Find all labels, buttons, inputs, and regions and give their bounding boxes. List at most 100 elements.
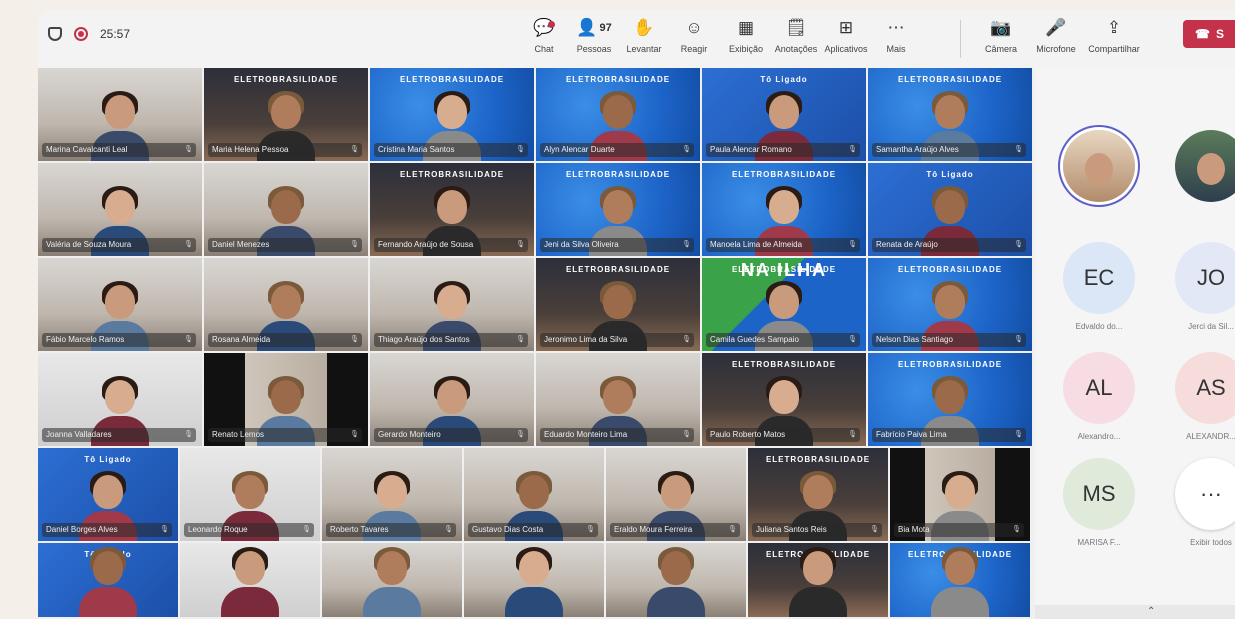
- participant-video-tile[interactable]: ELETROBRASILIDADE Jeni da Silva Oliveira: [536, 163, 702, 258]
- participant-video-tile[interactable]: ELETROBRASILIDADE Fernando Araújo de Sous…: [370, 163, 536, 258]
- brand-banner: NA ILHA: [740, 260, 828, 280]
- participant-video-tile[interactable]: Eraldo Moura Ferreira: [606, 448, 748, 543]
- chevron-up-icon[interactable]: ⌃: [1147, 606, 1155, 617]
- participant-video-tile[interactable]: Roberto Tavares: [322, 448, 464, 543]
- participant-name: Rosana Almeida: [208, 333, 362, 347]
- shield-icon: [48, 27, 62, 41]
- participant-name: Paulo Roberto Matos: [706, 428, 860, 442]
- raise-button[interactable]: ✋ Levantar: [616, 16, 672, 54]
- show-all-button[interactable]: ··· Exibir todos: [1175, 458, 1235, 547]
- participant-video-tile[interactable]: ELETROBRASILIDADE Fabrício Paiva Lima: [868, 353, 1034, 448]
- view-button[interactable]: ▦ Exibição: [718, 16, 774, 54]
- participant-video-tile[interactable]: [606, 543, 748, 619]
- chat-button[interactable]: 💬 Chat: [516, 16, 572, 54]
- participant-avatar[interactable]: EC Edvaldo do...: [1063, 242, 1135, 331]
- camera-off-icon: 📷: [990, 18, 1012, 37]
- participant-name: Fernando Araújo de Sousa: [374, 238, 528, 252]
- react-button[interactable]: ☺ Reagir: [666, 16, 722, 54]
- raise-label: Levantar: [626, 44, 662, 54]
- avatar-initials: AS: [1196, 375, 1226, 400]
- participant-video-tile[interactable]: Tô Ligado Renata de Araújo: [868, 163, 1034, 258]
- notes-button[interactable]: 🗒 Anotações: [768, 16, 824, 54]
- chat-unread-badge: [548, 21, 555, 28]
- avatar-initials: MS: [1082, 481, 1116, 506]
- participant-video-tile[interactable]: ELETROBRASILIDADE Alyn Alencar Duarte: [536, 68, 702, 163]
- panel-footer: ⌃: [1035, 605, 1235, 619]
- video-grid: Marina Cavalcanti Leal ELETROBRASILIDADE M…: [38, 68, 1034, 619]
- brand-banner: Tô Ligado: [926, 170, 974, 179]
- participant-video-tile[interactable]: Gerardo Monteiro: [370, 353, 536, 448]
- participant-name: Juliana Santos Reis: [752, 523, 882, 537]
- participant-video-tile[interactable]: Valéria de Souza Moura: [38, 163, 204, 258]
- brand-banner: Tô Ligado: [760, 75, 808, 84]
- participant-avatar[interactable]: MS MARISA F...: [1063, 458, 1135, 547]
- participant-video-tile[interactable]: [464, 543, 606, 619]
- brand-banner: ELETROBRASILIDADE: [399, 75, 505, 84]
- people-button[interactable]: 👤 97 Pessoas: [566, 16, 622, 54]
- participant-name: Leonardo Roque: [184, 523, 314, 537]
- participant-video-tile[interactable]: Thiago Araújo dos Santos: [370, 258, 536, 353]
- avatar-name: Edvaldo do...: [1075, 322, 1123, 331]
- participant-name: Renato Lemos: [208, 428, 362, 442]
- participant-video-tile[interactable]: ELETROBRASILIDADE Samantha Araújo Alves: [868, 68, 1034, 163]
- participant-video-tile[interactable]: ELETROBRASILIDADE Jeronimo Lima da Silva: [536, 258, 702, 353]
- participant-figure: [221, 547, 279, 617]
- participant-video-tile[interactable]: ELETROBRASILIDADE Nelson Dias Santiago: [868, 258, 1034, 353]
- participant-video-tile[interactable]: ELETROBRASILIDADE Juliana Santos Reis: [748, 448, 890, 543]
- participant-figure: [931, 547, 989, 617]
- participant-name: Fabrício Paiva Lima: [872, 428, 1026, 442]
- participant-video-tile[interactable]: Rosana Almeida: [204, 258, 370, 353]
- mic-button[interactable]: 🎤 Microfone: [1028, 16, 1084, 54]
- participant-name: Roberto Tavares: [326, 523, 456, 537]
- participant-video-tile[interactable]: ELETROBRASILIDADE: [890, 543, 1032, 619]
- share-button[interactable]: ⇪ Compartilhar: [1086, 16, 1142, 54]
- participant-video-tile[interactable]: Tô Ligado: [38, 543, 180, 619]
- avatar-face: [1085, 153, 1113, 185]
- participant-video-tile[interactable]: Marina Cavalcanti Leal: [38, 68, 204, 163]
- participant-video-tile[interactable]: ELETROBRASILIDADE Maria Helena Pessoa: [204, 68, 370, 163]
- participant-video-tile[interactable]: ELETROBRASILIDADE Manoela Lima de Almeida: [702, 163, 868, 258]
- participant-video-tile[interactable]: Tô Ligado Paula Alencar Romano: [702, 68, 868, 163]
- participant-video-tile[interactable]: Renato Lemos: [204, 353, 370, 448]
- participant-name: Maria Helena Pessoa: [208, 143, 362, 157]
- participant-video-tile[interactable]: ELETROBRASILIDADE: [748, 543, 890, 619]
- participant-video-tile[interactable]: Joanna Valladares: [38, 353, 204, 448]
- mic-off-icon: 🎤: [1045, 18, 1067, 37]
- brand-banner: ELETROBRASILIDADE: [399, 170, 505, 179]
- notes-icon: 🗒: [785, 18, 807, 37]
- participant-video-tile[interactable]: ELETROBRASILIDADE Paulo Roberto Matos: [702, 353, 868, 448]
- participant-avatar[interactable]: JO Jerci da Sil...: [1175, 242, 1235, 331]
- brand-banner: ELETROBRASILIDADE: [897, 360, 1003, 369]
- chat-icon: 💬: [533, 18, 555, 37]
- participant-avatar[interactable]: AS ALEXANDR...: [1175, 352, 1235, 441]
- participant-video-tile[interactable]: Eduardo Monteiro Lima: [536, 353, 702, 448]
- avatar-name: Alexandro...: [1077, 432, 1121, 441]
- participant-name: Gustavo Dias Costa: [468, 523, 598, 537]
- participant-video-tile[interactable]: Tô Ligado Daniel Borges Alves: [38, 448, 180, 543]
- participant-avatar[interactable]: Daniel Beth...: [1175, 130, 1235, 202]
- participant-avatar[interactable]: Camila Guedes...: [1063, 130, 1135, 202]
- participant-video-tile[interactable]: Daniel Menezes: [204, 163, 370, 258]
- participant-name: Samantha Araújo Alves: [872, 143, 1026, 157]
- avatar-initials: JO: [1196, 265, 1226, 290]
- more-button[interactable]: ⋯ Mais: [868, 16, 924, 54]
- camera-button[interactable]: 📷 Câmera: [973, 16, 1029, 54]
- participant-video-tile[interactable]: Gustavo Dias Costa: [464, 448, 606, 543]
- apps-button[interactable]: ⊞ Aplicativos: [818, 16, 874, 54]
- participant-video-tile[interactable]: ELETROBRASILIDADE NA ILHA Camila Guedes Sa…: [702, 258, 868, 353]
- participant-video-tile[interactable]: Leonardo Roque: [180, 448, 322, 543]
- view-label: Exibição: [728, 44, 764, 54]
- participant-name: Fábio Marcelo Ramos: [42, 333, 196, 347]
- participant-name: Jeni da Silva Oliveira: [540, 238, 694, 252]
- participant-video-tile[interactable]: [322, 543, 464, 619]
- participant-video-tile[interactable]: ELETROBRASILIDADE Cristina Maria Santos: [370, 68, 536, 163]
- participant-name: Thiago Araújo dos Santos: [374, 333, 528, 347]
- participant-video-tile[interactable]: [180, 543, 322, 619]
- participant-video-tile[interactable]: Fábio Marcelo Ramos: [38, 258, 204, 353]
- participant-video-tile[interactable]: Bia Mota: [890, 448, 1032, 543]
- participant-avatar[interactable]: AL Alexandro...: [1063, 352, 1135, 441]
- brand-banner: ELETROBRASILIDADE: [731, 360, 837, 369]
- brand-banner: ELETROBRASILIDADE: [565, 75, 671, 84]
- brand-banner: ELETROBRASILIDADE: [233, 75, 339, 84]
- leave-button[interactable]: ☎ S: [1183, 20, 1235, 48]
